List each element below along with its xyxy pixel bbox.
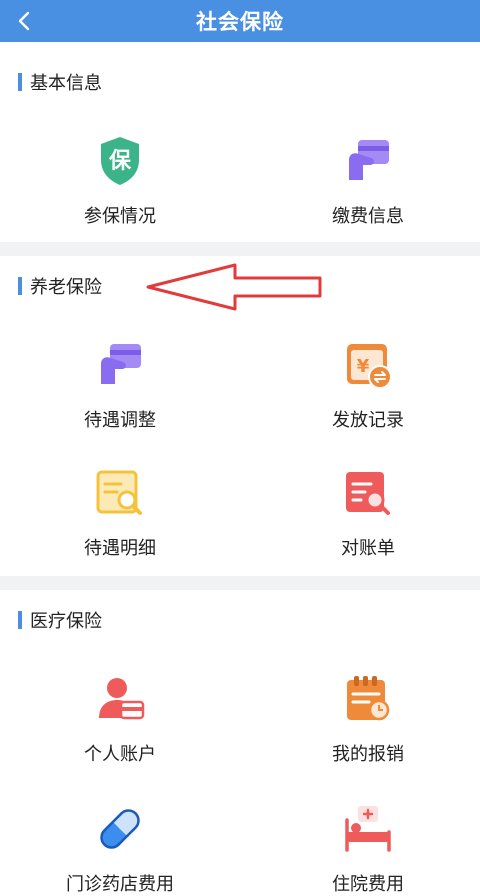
tile-participation-status[interactable]: 保 参保情况 (40, 134, 200, 228)
page-title: 社会保险 (196, 10, 284, 34)
back-button[interactable] (10, 6, 40, 36)
section-medical: 医疗保险 个人账户 我的报销 门诊药店费用 住院费用 (0, 590, 480, 895)
tile-statement[interactable]: 对账单 (288, 466, 448, 560)
tile-label: 待遇调整 (84, 410, 156, 431)
section-title: 基本信息 (30, 73, 102, 94)
tile-my-reimbursement[interactable]: 我的报销 (288, 672, 448, 766)
tile-label: 对账单 (341, 538, 395, 559)
app-header: 社会保险 (0, 0, 480, 42)
tile-label: 个人账户 (84, 744, 156, 765)
svg-text:保: 保 (108, 149, 132, 174)
clipboard-icon (347, 676, 390, 721)
section-title: 养老保险 (30, 277, 102, 298)
hospital-bed-icon (345, 806, 391, 852)
tile-label: 待遇明细 (84, 538, 156, 559)
tile-label: 参保情况 (84, 206, 156, 227)
card-hand-icon (101, 344, 141, 384)
section-header: 基本信息 (18, 70, 102, 94)
yuan-transfer-icon: ¥ (347, 344, 392, 389)
section-header: 医疗保险 (18, 608, 102, 632)
tile-personal-account[interactable]: 个人账户 (40, 672, 200, 766)
section-accent-bar (18, 277, 22, 295)
shield-icon: 保 (101, 137, 139, 185)
section-divider (0, 576, 480, 590)
tile-label: 缴费信息 (332, 206, 404, 227)
statement-search-icon (346, 472, 390, 515)
person-card-icon (99, 678, 145, 720)
tile-label: 住院费用 (332, 874, 404, 895)
section-header: 养老保险 (18, 274, 102, 298)
card-payment-icon (349, 140, 389, 180)
svg-text:¥: ¥ (357, 356, 370, 377)
tile-payment-records[interactable]: ¥ 发放记录 (288, 338, 448, 432)
tile-label: 门诊药店费用 (66, 874, 174, 895)
tile-label: 发放记录 (332, 410, 404, 431)
tile-hospitalization-fees[interactable]: 住院费用 (288, 802, 448, 896)
tile-benefit-details[interactable]: 待遇明细 (40, 466, 200, 560)
section-basic-info: 基本信息 保 参保情况 缴费信息 (0, 42, 480, 242)
section-accent-bar (18, 611, 22, 629)
section-divider (0, 242, 480, 256)
section-accent-bar (18, 73, 22, 91)
tile-outpatient-pharmacy-fees[interactable]: 门诊药店费用 (40, 802, 200, 896)
tile-benefit-adjustment[interactable]: 待遇调整 (40, 338, 200, 432)
document-search-icon (96, 470, 142, 515)
annotation-arrow-icon (146, 263, 322, 311)
section-title: 医疗保险 (30, 611, 102, 632)
tile-label: 我的报销 (332, 744, 404, 765)
pill-icon (100, 809, 140, 849)
chevron-left-icon (18, 11, 30, 31)
tile-payment-info[interactable]: 缴费信息 (288, 134, 448, 228)
